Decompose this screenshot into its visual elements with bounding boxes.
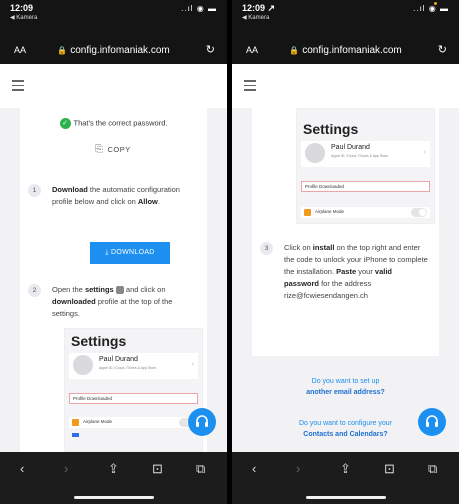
airplane-mode-row: Airplane Mode bbox=[301, 207, 430, 218]
url-text: config.infomaniak.com bbox=[70, 45, 170, 56]
profile-subtitle: Apple ID, iCloud, iTunes & App Store bbox=[99, 366, 157, 370]
step-3: 3 Click on install on the top right and … bbox=[260, 242, 429, 302]
site-header bbox=[232, 64, 459, 108]
status-time: 12:09 ↗ bbox=[242, 3, 276, 13]
link2-bold: Contacts and Calendars? bbox=[303, 431, 388, 438]
address-bar[interactable]: AA 🔒 config.infomaniak.com ↻ bbox=[0, 38, 227, 64]
step-2-text: Open the settings and click on downloade… bbox=[52, 285, 173, 318]
settings-title: Settings bbox=[71, 333, 127, 349]
copy-label: COPY bbox=[107, 145, 131, 154]
browser-toolbar: ‹ › ⇪ ⊡ ⧉ bbox=[0, 452, 227, 504]
airplane-mode-row: Airplane Mode bbox=[69, 417, 198, 428]
profile-downloaded-row: Profile Downloaded bbox=[69, 393, 198, 404]
share-icon[interactable]: ⇪ bbox=[340, 461, 351, 477]
url-text: config.infomaniak.com bbox=[302, 45, 402, 56]
link1-text: Do you want to set up bbox=[311, 378, 380, 385]
step-number: 3 bbox=[260, 242, 273, 255]
tabs-icon[interactable]: ⧉ bbox=[196, 461, 205, 477]
support-chat-button[interactable] bbox=[418, 408, 446, 436]
tabs-icon[interactable]: ⧉ bbox=[428, 461, 437, 477]
step-2: 2 Open the settings and click on downloa… bbox=[28, 284, 197, 320]
hamburger-menu-icon[interactable] bbox=[244, 80, 256, 94]
back-icon[interactable]: ‹ bbox=[252, 461, 256, 476]
headset-icon bbox=[196, 415, 208, 427]
check-circle-icon: ✓ bbox=[59, 118, 71, 129]
avatar bbox=[73, 355, 93, 375]
settings-title: Settings bbox=[303, 121, 359, 137]
wifi-icon bbox=[72, 433, 79, 437]
airplane-label: Airplane Mode bbox=[315, 209, 345, 214]
settings-gear-icon bbox=[115, 286, 124, 295]
profile-downloaded-row: Profile Downloaded bbox=[301, 181, 430, 192]
download-button[interactable]: ⤓ DOWNLOAD bbox=[90, 242, 170, 264]
airplane-toggle bbox=[411, 208, 427, 217]
setup-card: ✓ That's the correct password. ⎘ COPY 1 Do… bbox=[20, 108, 207, 452]
site-header bbox=[0, 64, 227, 108]
status-bar: 12:09 ◀ Kamera ..ıl ◉ ▬ bbox=[0, 0, 227, 38]
copy-icon: ⎘ bbox=[95, 144, 104, 155]
settings-screenshot: Settings Paul Durand Apple ID, iCloud, i… bbox=[296, 108, 435, 224]
chevron-right-icon: › bbox=[423, 149, 426, 156]
home-indicator bbox=[306, 496, 386, 499]
browser-toolbar: ‹ › ⇪ ⊡ ⧉ bbox=[232, 452, 459, 504]
chevron-right-icon: › bbox=[191, 361, 194, 368]
reload-icon[interactable]: ↻ bbox=[206, 43, 215, 56]
home-indicator bbox=[74, 496, 154, 499]
step-1: 1 Download the automatic configuration p… bbox=[28, 184, 197, 208]
airplane-icon bbox=[72, 419, 79, 426]
copy-button[interactable]: ⎘ COPY bbox=[95, 144, 131, 155]
profile-name: Paul Durand bbox=[331, 144, 370, 151]
link1-bold: another email address? bbox=[306, 389, 385, 396]
lock-icon: 🔒 bbox=[57, 46, 68, 55]
download-label: DOWNLOAD bbox=[111, 249, 155, 256]
another-email-link[interactable]: Do you want to set up another email addr… bbox=[232, 376, 459, 398]
forward-icon[interactable]: › bbox=[64, 461, 68, 476]
hamburger-menu-icon[interactable] bbox=[12, 80, 24, 94]
back-to-app-link[interactable]: ◀ Kamera bbox=[242, 14, 269, 21]
profile-row: Paul Durand Apple ID, iCloud, iTunes & A… bbox=[301, 141, 430, 167]
profile-name: Paul Durand bbox=[99, 356, 138, 363]
correct-password-text: That's the correct password. bbox=[73, 118, 168, 128]
forward-icon[interactable]: › bbox=[296, 461, 300, 476]
signal-wifi-battery-icon: ..ıl ◉ ▬ bbox=[413, 4, 449, 13]
profile-row: Paul Durand Apple ID, iCloud, iTunes & A… bbox=[69, 353, 198, 379]
avatar bbox=[305, 143, 325, 163]
bookmarks-icon[interactable]: ⊡ bbox=[384, 461, 395, 477]
url-field[interactable]: 🔒 config.infomaniak.com bbox=[232, 45, 459, 56]
step-number: 1 bbox=[28, 184, 41, 197]
right-phone-screen: 12:09 ↗ ◀ Kamera ..ıl ◉ ▬ AA 🔒 config.inf… bbox=[232, 0, 459, 504]
reload-icon[interactable]: ↻ bbox=[438, 43, 447, 56]
back-to-app-link[interactable]: ◀ Kamera bbox=[10, 14, 37, 21]
bookmarks-icon[interactable]: ⊡ bbox=[152, 461, 163, 477]
status-bar: 12:09 ↗ ◀ Kamera ..ıl ◉ ▬ bbox=[232, 0, 459, 38]
download-icon: ⤓ bbox=[105, 249, 109, 256]
url-field[interactable]: 🔒 config.infomaniak.com bbox=[0, 45, 227, 56]
step-3-text: Click on install on the top right and en… bbox=[284, 243, 428, 300]
share-icon[interactable]: ⇪ bbox=[108, 461, 119, 477]
correct-password-notice: ✓ That's the correct password. bbox=[20, 118, 207, 129]
back-icon[interactable]: ‹ bbox=[20, 461, 24, 476]
airplane-icon bbox=[304, 209, 311, 216]
airplane-label: Airplane Mode bbox=[83, 419, 113, 424]
address-bar[interactable]: AA 🔒 config.infomaniak.com ↻ bbox=[232, 38, 459, 64]
status-time: 12:09 bbox=[10, 3, 34, 13]
lock-icon: 🔒 bbox=[289, 46, 300, 55]
left-phone-screen: 12:09 ◀ Kamera ..ıl ◉ ▬ AA 🔒 config.infom… bbox=[0, 0, 227, 504]
step-number: 2 bbox=[28, 284, 41, 297]
step-1-text: Download the automatic configuration pro… bbox=[52, 185, 180, 206]
support-chat-button[interactable] bbox=[188, 408, 216, 436]
settings-screenshot: Settings Paul Durand Apple ID, iCloud, i… bbox=[64, 328, 203, 452]
signal-wifi-battery-icon: ..ıl ◉ ▬ bbox=[181, 4, 217, 13]
headset-icon bbox=[426, 415, 438, 427]
profile-subtitle: Apple ID, iCloud, iTunes & App Store bbox=[331, 154, 389, 158]
setup-card: Settings Paul Durand Apple ID, iCloud, i… bbox=[252, 108, 439, 356]
